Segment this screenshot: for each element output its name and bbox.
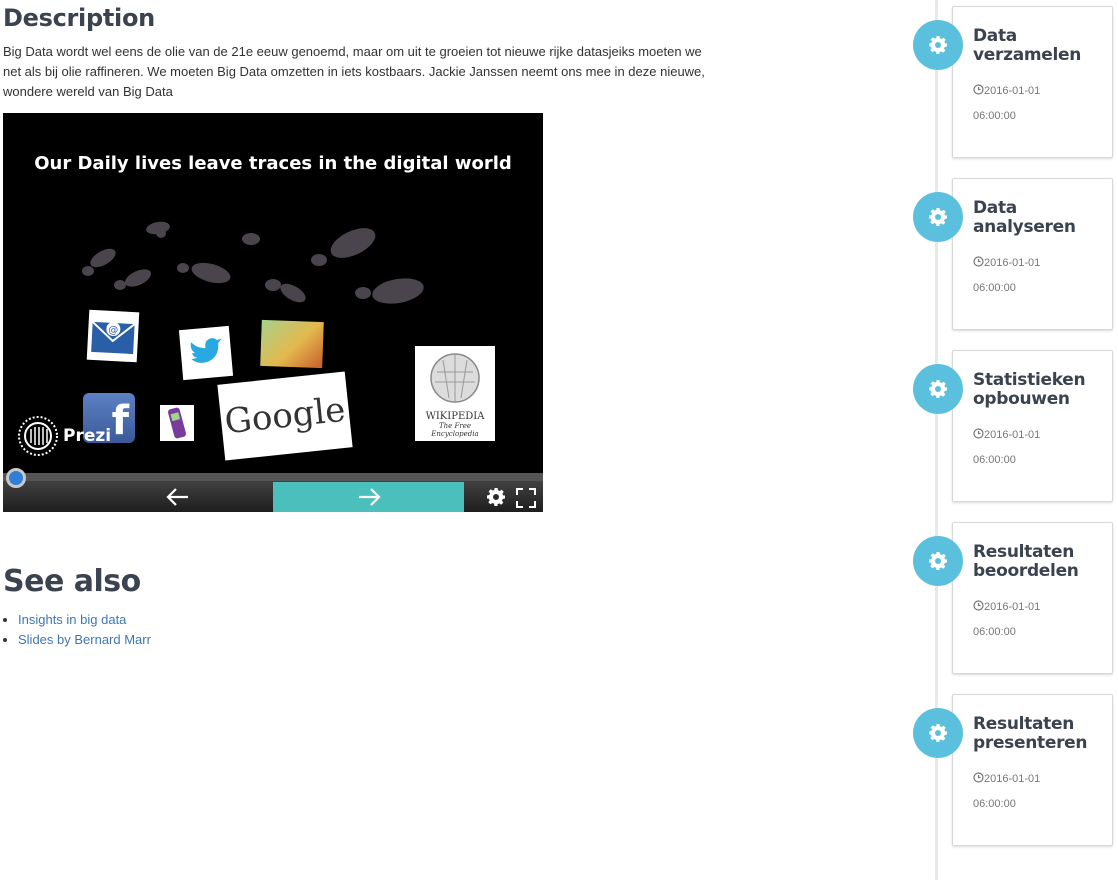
step-marker — [913, 364, 963, 414]
link-slides-by-bernard-marr[interactable]: Slides by Bernard Marr — [18, 632, 151, 647]
prezi-presentation[interactable]: Our Daily lives leave traces in the digi… — [3, 113, 543, 512]
see-also-list: Insights in big data Slides by Bernard M… — [0, 610, 151, 650]
google-logo-text: Google — [222, 389, 348, 443]
wikipedia-title: WIKIPEDIA — [425, 411, 485, 422]
see-also-heading: See also — [3, 564, 141, 599]
step-marker — [913, 20, 963, 70]
google-logo: Google — [217, 371, 353, 461]
prezi-logo[interactable]: Prezi — [17, 415, 111, 457]
svg-text:@: @ — [108, 325, 119, 337]
step-datetime: 2016-01-01 06:00:00 — [973, 251, 1103, 301]
step-date: 2016-01-01 — [984, 773, 1041, 785]
prezi-logo-icon — [18, 416, 58, 456]
step-datetime: 2016-01-01 06:00:00 — [973, 423, 1103, 473]
twitter-icon — [178, 325, 234, 381]
previous-button[interactable] — [83, 482, 273, 512]
slide-title: Our Daily lives leave traces in the digi… — [34, 153, 512, 174]
clock-icon — [973, 80, 984, 95]
step-datetime: 2016-01-01 06:00:00 — [973, 767, 1103, 817]
step-date: 2016-01-01 — [984, 85, 1041, 97]
timeline-step: Resultaten beoordelen 2016-01-01 06:00:0… — [952, 522, 1113, 674]
map-image — [260, 319, 324, 369]
settings-button[interactable] — [486, 487, 506, 507]
description-text: Big Data wordt wel eens de olie van de 2… — [3, 44, 705, 99]
timeline-step: Data analyseren 2016-01-01 06:00:00 — [952, 178, 1113, 330]
step-marker — [913, 536, 963, 586]
next-button[interactable] — [273, 482, 464, 512]
prezi-controls — [3, 468, 543, 512]
list-item: Slides by Bernard Marr — [18, 630, 151, 650]
step-date: 2016-01-01 — [984, 257, 1041, 269]
step-title: Resultaten presenteren — [973, 714, 1088, 753]
fullscreen-button[interactable] — [515, 487, 537, 509]
gear-icon — [929, 380, 947, 398]
step-time: 06:00:00 — [973, 110, 1016, 122]
wikipedia-logo: WIKIPEDIA The Free Encyclopedia — [415, 346, 495, 441]
step-time: 06:00:00 — [973, 798, 1016, 810]
description-heading: Description — [3, 4, 155, 32]
step-marker — [913, 708, 963, 758]
clock-icon — [973, 252, 984, 267]
timeline-step: Data verzamelen 2016-01-01 06:00:00 — [952, 6, 1113, 158]
list-item: Insights in big data — [18, 610, 151, 630]
step-title: Data verzamelen — [973, 26, 1082, 65]
step-time: 06:00:00 — [973, 282, 1016, 294]
link-insights-in-big-data[interactable]: Insights in big data — [18, 612, 126, 627]
wikipedia-subtitle: The Free Encyclopedia — [431, 422, 479, 438]
prezi-logo-text: Prezi — [63, 426, 112, 446]
step-datetime: 2016-01-01 06:00:00 — [973, 79, 1103, 129]
step-time: 06:00:00 — [973, 626, 1016, 638]
arrow-left-icon — [166, 488, 188, 506]
gear-icon — [929, 208, 947, 226]
timeline-step: Statistieken opbouwen 2016-01-01 06:00:0… — [952, 350, 1113, 502]
gear-icon — [929, 724, 947, 742]
step-marker — [913, 192, 963, 242]
step-title: Statistieken opbouwen — [973, 370, 1086, 409]
step-title: Resultaten beoordelen — [973, 542, 1079, 581]
fullscreen-icon — [516, 488, 536, 508]
step-time: 06:00:00 — [973, 454, 1016, 466]
clock-icon — [973, 596, 984, 611]
clock-icon — [973, 768, 984, 783]
phone-image — [160, 405, 194, 441]
step-title: Data analyseren — [973, 198, 1076, 237]
progress-track[interactable] — [3, 468, 543, 488]
step-date: 2016-01-01 — [984, 601, 1041, 613]
prezi-slide[interactable]: Our Daily lives leave traces in the digi… — [3, 113, 543, 473]
gear-icon — [929, 552, 947, 570]
timeline-step: Resultaten presenteren 2016-01-01 06:00:… — [952, 694, 1113, 846]
step-datetime: 2016-01-01 06:00:00 — [973, 595, 1103, 645]
step-date: 2016-01-01 — [984, 429, 1041, 441]
footprints-image — [82, 221, 424, 304]
gear-icon — [929, 36, 947, 54]
email-icon: @ — [86, 309, 140, 363]
clock-icon — [973, 424, 984, 439]
gear-icon — [487, 488, 505, 506]
progress-knob[interactable] — [6, 468, 26, 488]
arrow-right-icon — [358, 488, 381, 506]
